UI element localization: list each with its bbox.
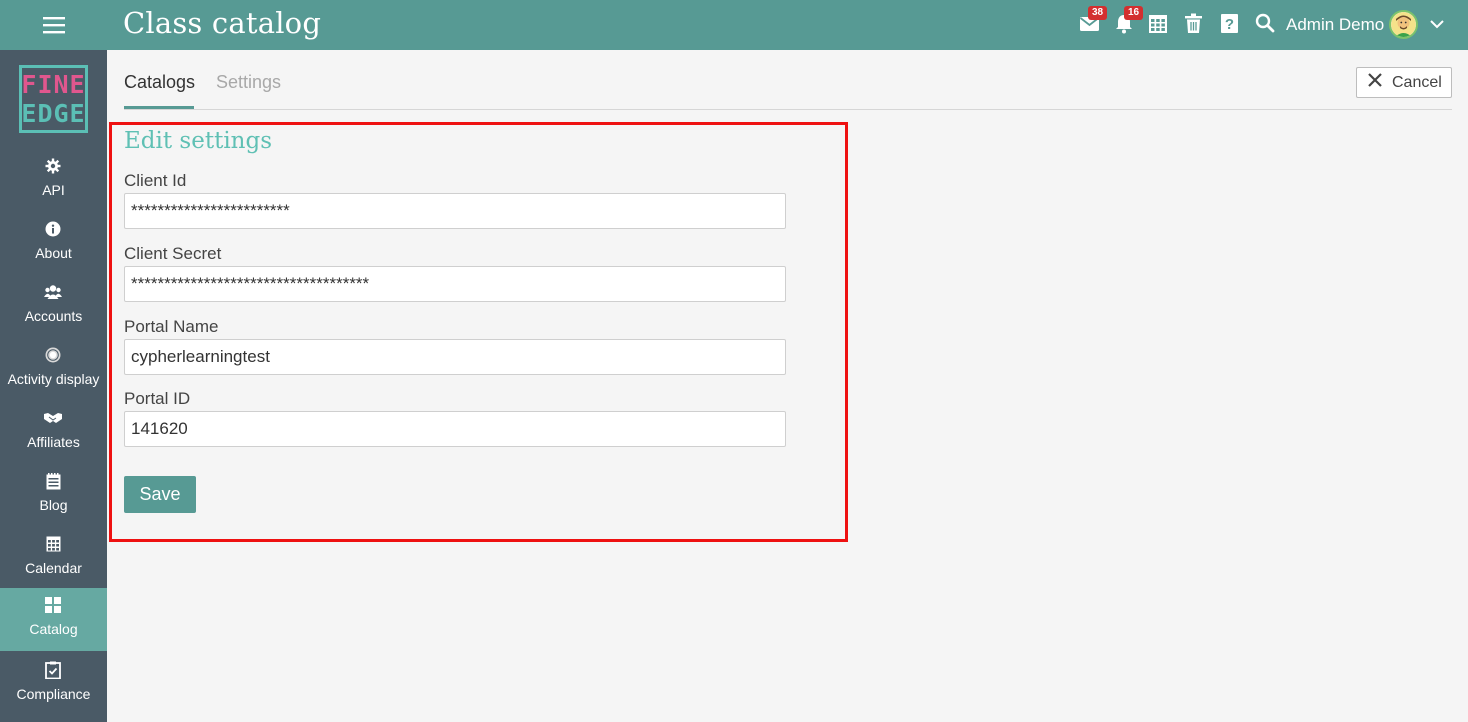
sidebar-item-label: Compliance xyxy=(16,686,91,702)
tabs-divider xyxy=(124,109,1452,110)
cancel-label: Cancel xyxy=(1392,73,1442,91)
sidebar-item-label: Accounts xyxy=(24,308,83,324)
section-title: Edit settings xyxy=(124,128,273,154)
notification-badge: 16 xyxy=(1124,6,1144,20)
sidebar-item-affiliates[interactable]: Affiliates xyxy=(0,401,107,464)
logo-text-fine: FINE xyxy=(21,70,86,99)
save-button[interactable]: Save xyxy=(124,476,196,513)
cancel-button[interactable]: Cancel xyxy=(1356,67,1452,98)
portal-name-field[interactable] xyxy=(124,339,786,375)
gear-icon xyxy=(44,157,62,175)
logo-text-edge: EDGE xyxy=(21,99,86,128)
sidebar-item-label: Affiliates xyxy=(27,434,80,450)
search-icon[interactable] xyxy=(1255,13,1277,35)
mail-icon[interactable]: 38 xyxy=(1079,6,1108,35)
sidebar-item-label: Activity display xyxy=(7,371,100,387)
client-secret-label: Client Secret xyxy=(124,244,222,263)
blog-icon xyxy=(44,472,62,490)
clipboard-check-icon xyxy=(44,661,62,679)
svg-text:?: ? xyxy=(1225,16,1234,33)
sidebar-item-about[interactable]: About xyxy=(0,212,107,275)
sidebar: FINE EDGE API About Accounts Activity di… xyxy=(0,50,107,722)
calendar-icon[interactable] xyxy=(1148,13,1170,35)
tab-catalogs[interactable]: Catalogs xyxy=(124,72,195,93)
sidebar-item-catalog[interactable]: Catalog xyxy=(0,588,107,651)
client-id-label: Client Id xyxy=(124,171,187,190)
help-icon[interactable]: ? xyxy=(1220,13,1242,35)
page-title: Class catalog xyxy=(123,6,322,40)
portal-name-label: Portal Name xyxy=(124,317,219,336)
sidebar-item-label: Calendar xyxy=(25,560,82,576)
mail-badge: 38 xyxy=(1088,6,1108,20)
sidebar-item-label: Catalog xyxy=(29,621,78,637)
logo[interactable]: FINE EDGE xyxy=(19,65,88,133)
sidebar-item-api[interactable]: API xyxy=(0,149,107,212)
handshake-icon xyxy=(44,409,62,427)
users-icon xyxy=(44,283,62,301)
sidebar-item-calendar[interactable]: Calendar xyxy=(0,527,107,590)
calendar-icon xyxy=(44,535,62,553)
portal-id-field[interactable] xyxy=(124,411,786,447)
top-bar: Class catalog 38 16 ? Admin Demo xyxy=(0,0,1468,50)
info-icon xyxy=(44,220,62,238)
bell-icon[interactable]: 16 xyxy=(1114,6,1144,35)
close-icon xyxy=(1368,73,1382,92)
sidebar-item-activity-display[interactable]: Activity display xyxy=(0,338,107,401)
chevron-down-icon[interactable] xyxy=(1428,15,1450,37)
sidebar-item-label: API xyxy=(42,182,65,198)
avatar[interactable] xyxy=(1389,10,1418,39)
trash-icon[interactable] xyxy=(1184,13,1206,35)
dot-circle-icon xyxy=(44,346,62,364)
sidebar-item-label: Blog xyxy=(39,497,68,513)
portal-id-label: Portal ID xyxy=(124,389,191,408)
client-secret-field[interactable] xyxy=(124,266,786,302)
grid-icon xyxy=(44,596,62,614)
highlight-box xyxy=(109,122,848,542)
tab-settings[interactable]: Settings xyxy=(216,72,281,93)
client-id-field[interactable] xyxy=(124,193,786,229)
sidebar-item-accounts[interactable]: Accounts xyxy=(0,275,107,338)
menu-icon[interactable] xyxy=(0,0,107,50)
sidebar-item-blog[interactable]: Blog xyxy=(0,464,107,527)
sidebar-item-compliance[interactable]: Compliance xyxy=(0,653,107,716)
user-name[interactable]: Admin Demo xyxy=(1286,15,1384,35)
sidebar-item-label: About xyxy=(35,245,72,261)
